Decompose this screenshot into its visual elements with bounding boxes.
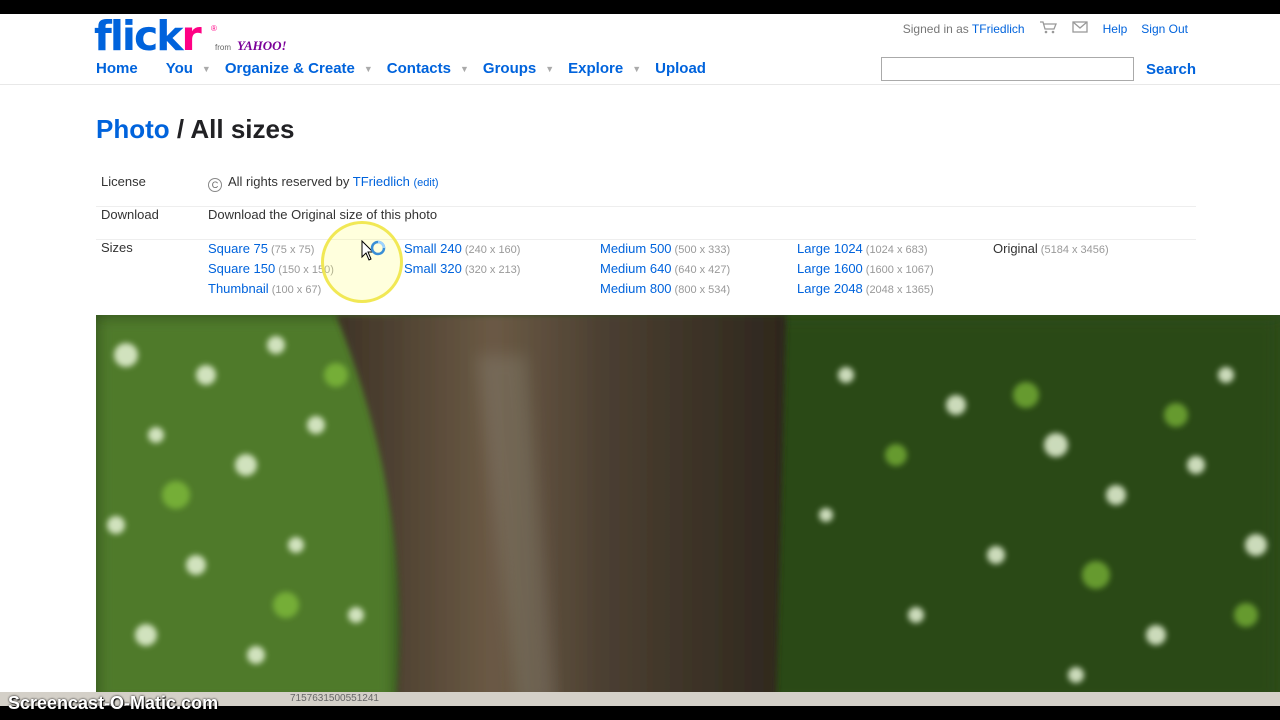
chevron-down-icon[interactable]: ▼: [545, 64, 554, 74]
logo-registered-mark: ®: [211, 24, 217, 33]
size-option[interactable]: Medium 500 (500 x 333): [600, 241, 796, 261]
header-divider: [0, 84, 1280, 85]
download-label: Download: [101, 207, 159, 222]
chevron-down-icon[interactable]: ▼: [460, 64, 469, 74]
chevron-down-icon[interactable]: ▼: [202, 64, 211, 74]
size-option[interactable]: Medium 800 (800 x 534): [600, 281, 796, 301]
help-link[interactable]: Help: [1103, 22, 1128, 36]
signed-in-text: Signed in as TFriedlich: [902, 21, 1025, 36]
size-option[interactable]: Large 2048 (2048 x 1365): [797, 281, 993, 301]
page-title: Photo / All sizes: [96, 114, 294, 145]
nav-home[interactable]: Home: [96, 60, 138, 77]
nav-you[interactable]: You ▼: [166, 60, 225, 77]
size-column: Original (5184 x 3456): [993, 241, 1189, 261]
search-input[interactable]: [881, 57, 1134, 81]
search-button[interactable]: Search: [1146, 61, 1196, 78]
license-row: License C All rights reserved by TFriedli…: [96, 174, 1196, 207]
browser-page: flickr ® from YAHOO! Signed in as TFried…: [0, 14, 1280, 706]
chevron-down-icon[interactable]: ▼: [632, 64, 641, 74]
mouse-cursor-icon: [361, 239, 391, 273]
logo-wordmark: flickr: [94, 14, 202, 60]
license-edit-link[interactable]: (edit): [413, 177, 438, 189]
size-column: Medium 500 (500 x 333) Medium 640 (640 x 4…: [600, 241, 796, 301]
download-original-link[interactable]: Download the Original size of this photo: [208, 207, 437, 222]
chevron-down-icon[interactable]: ▼: [364, 64, 373, 74]
flickr-logo[interactable]: flickr ® from YAHOO!: [94, 16, 287, 57]
photo-tree-foliage: [96, 315, 1280, 706]
size-option[interactable]: Small 320 (320 x 213): [404, 261, 600, 281]
logo-from-text: from: [215, 43, 231, 52]
main-nav: Home You ▼ Organize & Create ▼ Contacts ▼ G…: [96, 60, 706, 77]
username-link[interactable]: TFriedlich: [972, 22, 1025, 36]
nav-groups[interactable]: Groups ▼: [483, 60, 568, 77]
page-title-text: All sizes: [190, 114, 295, 144]
photo-image[interactable]: [96, 315, 1280, 706]
size-option-current: Original (5184 x 3456): [993, 241, 1109, 256]
nav-organize-create[interactable]: Organize & Create ▼: [225, 60, 387, 77]
nav-upload[interactable]: Upload: [655, 60, 706, 77]
photo-breadcrumb-link[interactable]: Photo: [96, 114, 170, 144]
sign-out-link[interactable]: Sign Out: [1141, 22, 1188, 36]
nav-explore[interactable]: Explore ▼: [568, 60, 655, 77]
search-form: Search: [881, 57, 1196, 81]
mail-icon[interactable]: [1071, 20, 1089, 37]
shopping-cart-icon[interactable]: [1039, 20, 1057, 37]
size-option[interactable]: Large 1600 (1600 x 1067): [797, 261, 993, 281]
size-option[interactable]: Medium 640 (640 x 427): [600, 261, 796, 281]
recording-watermark: Screencast-O-Matic.com: [8, 693, 219, 713]
account-bar: Signed in as TFriedlich Help Sign Out: [903, 20, 1188, 37]
license-owner-link[interactable]: TFriedlich: [353, 174, 410, 189]
size-column: Small 240 (240 x 160) Small 320 (320 x 213…: [404, 241, 600, 281]
size-option[interactable]: Small 240 (240 x 160): [404, 241, 600, 261]
license-value: C All rights reserved by TFriedlich (edit…: [208, 174, 439, 192]
download-row: Download Download the Original size of t…: [96, 207, 1196, 240]
license-label: License: [101, 174, 146, 189]
status-url: 71576315005512​41: [290, 693, 379, 704]
yahoo-logo: YAHOO!: [237, 38, 287, 53]
size-option[interactable]: Large 1024 (1024 x 683): [797, 241, 993, 261]
breadcrumb-separator: /: [176, 114, 185, 144]
copyright-icon: C: [208, 178, 222, 192]
size-column: Large 1024 (1024 x 683) Large 1600 (1600 x…: [797, 241, 993, 301]
sizes-label: Sizes: [101, 240, 133, 255]
nav-contacts[interactable]: Contacts ▼: [387, 60, 483, 77]
